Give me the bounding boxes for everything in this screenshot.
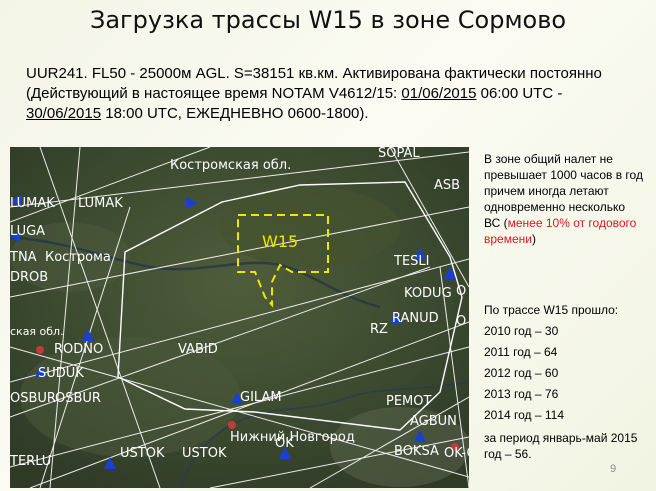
airspace-map: W15 Костромская обл. SOPAL LUMAK LUMAK A… (10, 147, 469, 488)
w15-label: W15 (262, 232, 298, 251)
waypoint-tna: TNA (10, 250, 37, 265)
waypoint-suduk: SUDUK (38, 366, 84, 381)
stats-row-last: за период январь-май 2015 год – 56. (484, 431, 638, 461)
city-dot (228, 421, 236, 429)
map-canvas: W15 Костромская обл. SOPAL LUMAK LUMAK A… (10, 147, 469, 488)
side-note-highlight: менее 10% от годового времени (484, 216, 637, 246)
waypoint-lumak-1: LUMAK (10, 196, 55, 211)
waypoint-pemot: PEMOT (386, 394, 432, 409)
waypoint-osbur-2: OSBUR (55, 391, 101, 406)
region-kostroma-label: Костромская обл. (170, 158, 291, 173)
side-note: В зоне общий налет не превышает 1000 час… (484, 151, 644, 247)
slide-title: Загрузка трассы W15 в зоне Сормово (89, 6, 567, 34)
waypoint-terlu: TERLU (10, 454, 51, 469)
waypoint-o-1: O (456, 284, 466, 299)
stats-row: 2013 год – 76 (484, 387, 559, 401)
traffic-stats: По трассе W15 прошло: 2010 год – 30 2011… (484, 300, 644, 462)
waypoint-ustok-1: USTOK (120, 446, 165, 461)
waypoint-ustok-2: USTOK (182, 446, 227, 461)
stats-row: 2011 год – 64 (484, 345, 558, 359)
waypoint-boksa: BOKSA (394, 444, 439, 459)
side-note-close: ) (531, 232, 536, 246)
waypoint-agbun: AGBUN (410, 414, 457, 429)
intro-paragraph: UUR241. FL50 - 25000м AGL. S=38151 кв.км… (26, 64, 626, 124)
city-kostroma: Кострома (45, 250, 111, 265)
waypoint-ranud: RANUD (392, 311, 439, 326)
waypoint-gilam: GILAM (240, 390, 282, 405)
notam-start-date: 01/06/2015 (401, 85, 477, 102)
waypoint-vabid: VABID (178, 342, 218, 357)
stats-row: 2012 год – 60 (484, 366, 559, 380)
waypoint-ok-ok: OK-OK (444, 446, 469, 461)
notam-end-date: 30/06/2015 (26, 105, 102, 122)
stats-heading: По трассе W15 прошло: (484, 303, 619, 317)
waypoint-drob: DROB (10, 270, 48, 285)
waypoint-osbur-1: OSBUR (10, 391, 56, 406)
waypoint-lumak-2: LUMAK (78, 196, 123, 211)
city-dot (36, 346, 44, 354)
waypoint-o-2: O (456, 314, 466, 329)
stats-row: 2014 год – 114 (484, 408, 565, 422)
waypoint-rodno: RODNO (54, 342, 103, 357)
waypoint-kodug: KODUG (404, 286, 452, 301)
page-number: 9 (610, 463, 617, 475)
waypoint-ok: OK (275, 436, 294, 451)
stats-row: 2010 год – 30 (484, 324, 559, 338)
waypoint-sopal: SOPAL (378, 147, 420, 161)
region-label: ская обл. (10, 325, 64, 338)
waypoint-luga: LUGA (10, 224, 45, 239)
waypoint-asb: ASB (434, 178, 460, 193)
intro-text-3: 18:00 UTC, ЕЖЕДНЕВНО 0600-1800). (101, 105, 369, 122)
intro-text-2: 06:00 UTC - (476, 85, 563, 102)
waypoint-tesli: TESLI (393, 254, 429, 269)
waypoint-rz: RZ (370, 322, 388, 337)
